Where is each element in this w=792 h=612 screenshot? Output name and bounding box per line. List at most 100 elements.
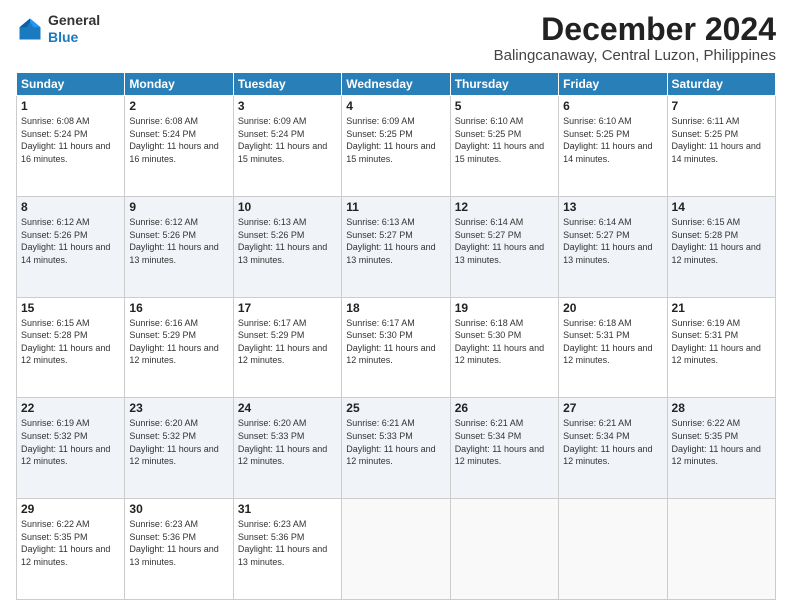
header-monday: Monday (125, 73, 233, 96)
calendar-cell: 31 Sunrise: 6:23 AM Sunset: 5:36 PM Dayli… (233, 499, 341, 600)
calendar-cell: 24 Sunrise: 6:20 AM Sunset: 5:33 PM Dayli… (233, 398, 341, 499)
day-number: 15 (21, 301, 120, 315)
day-info: Sunrise: 6:16 AM Sunset: 5:29 PM Dayligh… (129, 317, 228, 367)
day-number: 5 (455, 99, 554, 113)
day-number: 6 (563, 99, 662, 113)
day-number: 26 (455, 401, 554, 415)
day-number: 7 (672, 99, 771, 113)
day-info: Sunrise: 6:19 AM Sunset: 5:32 PM Dayligh… (21, 417, 120, 467)
day-number: 16 (129, 301, 228, 315)
day-number: 24 (238, 401, 337, 415)
header-sunday: Sunday (17, 73, 125, 96)
day-info: Sunrise: 6:18 AM Sunset: 5:30 PM Dayligh… (455, 317, 554, 367)
day-number: 31 (238, 502, 337, 516)
calendar-cell: 1Sunrise: 6:08 AM Sunset: 5:24 PM Daylig… (17, 96, 125, 197)
calendar-cell: 2Sunrise: 6:08 AM Sunset: 5:24 PM Daylig… (125, 96, 233, 197)
calendar-cell: 10 Sunrise: 6:13 AM Sunset: 5:26 PM Dayli… (233, 196, 341, 297)
calendar-cell: 20 Sunrise: 6:18 AM Sunset: 5:31 PM Dayli… (559, 297, 667, 398)
day-info: Sunrise: 6:23 AM Sunset: 5:36 PM Dayligh… (238, 518, 337, 568)
calendar-cell: 23 Sunrise: 6:20 AM Sunset: 5:32 PM Dayli… (125, 398, 233, 499)
header-wednesday: Wednesday (342, 73, 450, 96)
logo-text: General Blue (48, 12, 100, 46)
day-info: Sunrise: 6:15 AM Sunset: 5:28 PM Dayligh… (672, 216, 771, 266)
week-row-1: 1Sunrise: 6:08 AM Sunset: 5:24 PM Daylig… (17, 96, 776, 197)
day-info: Sunrise: 6:21 AM Sunset: 5:33 PM Dayligh… (346, 417, 445, 467)
week-row-3: 15Sunrise: 6:15 AM Sunset: 5:28 PM Dayli… (17, 297, 776, 398)
calendar-cell (342, 499, 450, 600)
day-info: Sunrise: 6:11 AM Sunset: 5:25 PM Dayligh… (672, 115, 771, 165)
day-info: Sunrise: 6:12 AM Sunset: 5:26 PM Dayligh… (129, 216, 228, 266)
day-number: 4 (346, 99, 445, 113)
day-number: 11 (346, 200, 445, 214)
page: General Blue December 2024 Balingcanaway… (0, 0, 792, 612)
calendar-cell: 4Sunrise: 6:09 AM Sunset: 5:25 PM Daylig… (342, 96, 450, 197)
day-info: Sunrise: 6:20 AM Sunset: 5:32 PM Dayligh… (129, 417, 228, 467)
calendar-cell: 21 Sunrise: 6:19 AM Sunset: 5:31 PM Dayli… (667, 297, 775, 398)
week-row-5: 29Sunrise: 6:22 AM Sunset: 5:35 PM Dayli… (17, 499, 776, 600)
day-info: Sunrise: 6:19 AM Sunset: 5:31 PM Dayligh… (672, 317, 771, 367)
logo-blue: Blue (48, 29, 78, 45)
header: General Blue December 2024 Balingcanaway… (16, 12, 776, 64)
day-info: Sunrise: 6:10 AM Sunset: 5:25 PM Dayligh… (455, 115, 554, 165)
day-number: 22 (21, 401, 120, 415)
day-number: 3 (238, 99, 337, 113)
header-thursday: Thursday (450, 73, 558, 96)
weekday-header-row: Sunday Monday Tuesday Wednesday Thursday… (17, 73, 776, 96)
day-number: 14 (672, 200, 771, 214)
day-number: 8 (21, 200, 120, 214)
day-number: 27 (563, 401, 662, 415)
day-number: 12 (455, 200, 554, 214)
day-number: 20 (563, 301, 662, 315)
day-info: Sunrise: 6:13 AM Sunset: 5:26 PM Dayligh… (238, 216, 337, 266)
calendar: Sunday Monday Tuesday Wednesday Thursday… (16, 72, 776, 600)
calendar-cell: 9 Sunrise: 6:12 AM Sunset: 5:26 PM Daylig… (125, 196, 233, 297)
day-number: 9 (129, 200, 228, 214)
logo-icon (16, 15, 44, 43)
day-info: Sunrise: 6:23 AM Sunset: 5:36 PM Dayligh… (129, 518, 228, 568)
calendar-cell: 17 Sunrise: 6:17 AM Sunset: 5:29 PM Dayli… (233, 297, 341, 398)
calendar-cell: 29Sunrise: 6:22 AM Sunset: 5:35 PM Dayli… (17, 499, 125, 600)
calendar-cell: 14 Sunrise: 6:15 AM Sunset: 5:28 PM Dayli… (667, 196, 775, 297)
title-block: December 2024 Balingcanaway, Central Luz… (494, 12, 776, 64)
calendar-cell (450, 499, 558, 600)
day-number: 17 (238, 301, 337, 315)
day-info: Sunrise: 6:20 AM Sunset: 5:33 PM Dayligh… (238, 417, 337, 467)
header-tuesday: Tuesday (233, 73, 341, 96)
day-number: 10 (238, 200, 337, 214)
calendar-cell (667, 499, 775, 600)
calendar-cell (559, 499, 667, 600)
month-title: December 2024 (494, 12, 776, 47)
calendar-cell: 18 Sunrise: 6:17 AM Sunset: 5:30 PM Dayli… (342, 297, 450, 398)
day-info: Sunrise: 6:08 AM Sunset: 5:24 PM Dayligh… (21, 115, 120, 165)
day-info: Sunrise: 6:14 AM Sunset: 5:27 PM Dayligh… (455, 216, 554, 266)
day-info: Sunrise: 6:17 AM Sunset: 5:29 PM Dayligh… (238, 317, 337, 367)
day-info: Sunrise: 6:17 AM Sunset: 5:30 PM Dayligh… (346, 317, 445, 367)
day-number: 21 (672, 301, 771, 315)
day-number: 25 (346, 401, 445, 415)
day-info: Sunrise: 6:10 AM Sunset: 5:25 PM Dayligh… (563, 115, 662, 165)
calendar-cell: 22 Sunrise: 6:19 AM Sunset: 5:32 PM Dayli… (17, 398, 125, 499)
day-info: Sunrise: 6:18 AM Sunset: 5:31 PM Dayligh… (563, 317, 662, 367)
day-number: 28 (672, 401, 771, 415)
day-number: 13 (563, 200, 662, 214)
calendar-cell: 11Sunrise: 6:13 AM Sunset: 5:27 PM Dayli… (342, 196, 450, 297)
calendar-cell: 5 Sunrise: 6:10 AM Sunset: 5:25 PM Daylig… (450, 96, 558, 197)
calendar-cell: 26Sunrise: 6:21 AM Sunset: 5:34 PM Dayli… (450, 398, 558, 499)
header-saturday: Saturday (667, 73, 775, 96)
calendar-cell: 30Sunrise: 6:23 AM Sunset: 5:36 PM Dayli… (125, 499, 233, 600)
day-info: Sunrise: 6:22 AM Sunset: 5:35 PM Dayligh… (21, 518, 120, 568)
day-number: 18 (346, 301, 445, 315)
calendar-cell: 8Sunrise: 6:12 AM Sunset: 5:26 PM Daylig… (17, 196, 125, 297)
calendar-cell: 16 Sunrise: 6:16 AM Sunset: 5:29 PM Dayli… (125, 297, 233, 398)
calendar-cell: 7 Sunrise: 6:11 AM Sunset: 5:25 PM Daylig… (667, 96, 775, 197)
calendar-cell: 25 Sunrise: 6:21 AM Sunset: 5:33 PM Dayli… (342, 398, 450, 499)
week-row-2: 8 Sunrise: 6:12 AM Sunset: 5:26 PM Daylig… (17, 196, 776, 297)
day-info: Sunrise: 6:21 AM Sunset: 5:34 PM Dayligh… (563, 417, 662, 467)
calendar-cell: 19Sunrise: 6:18 AM Sunset: 5:30 PM Dayli… (450, 297, 558, 398)
day-info: Sunrise: 6:22 AM Sunset: 5:35 PM Dayligh… (672, 417, 771, 467)
day-info: Sunrise: 6:14 AM Sunset: 5:27 PM Dayligh… (563, 216, 662, 266)
location: Balingcanaway, Central Luzon, Philippine… (494, 47, 776, 64)
calendar-cell: 12 Sunrise: 6:14 AM Sunset: 5:27 PM Dayli… (450, 196, 558, 297)
header-friday: Friday (559, 73, 667, 96)
day-number: 23 (129, 401, 228, 415)
